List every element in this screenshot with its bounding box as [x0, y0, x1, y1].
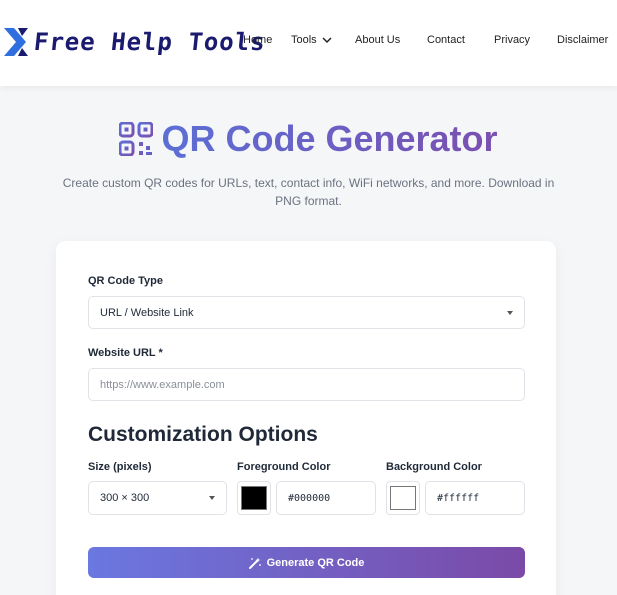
size-value: 300 × 300 [100, 492, 150, 504]
nav-tools[interactable]: Tools [291, 34, 332, 46]
dropdown-caret-icon [507, 310, 513, 315]
website-url-label: Website URL * [88, 347, 163, 359]
foreground-color-label: Foreground Color [237, 461, 331, 473]
page-title: QR Code Generator [0, 118, 617, 160]
website-url-placeholder: https://www.example.com [100, 378, 225, 391]
nav-disclaimer[interactable]: Disclaimer [557, 34, 608, 46]
nav-tools-label: Tools [291, 34, 317, 46]
logo-x-icon [4, 28, 28, 56]
brand-name: Free Help Tools [32, 28, 268, 56]
background-color-label: Background Color [386, 461, 482, 473]
background-swatch [390, 486, 416, 510]
site-logo[interactable]: Free Help Tools [4, 22, 268, 62]
background-color-picker[interactable] [386, 481, 420, 515]
dropdown-caret-icon [209, 496, 215, 500]
qr-type-select[interactable]: URL / Website Link [88, 296, 525, 329]
chevron-down-icon [322, 37, 332, 43]
generator-card: QR Code Type URL / Website Link Website … [56, 241, 556, 595]
background-color-value: #ffffff [437, 492, 480, 504]
qrcode-icon [119, 122, 154, 156]
qr-type-value: URL / Website Link [100, 306, 194, 319]
background-color-input[interactable]: #ffffff [425, 481, 525, 515]
website-url-input[interactable]: https://www.example.com [88, 368, 525, 401]
generate-qr-button[interactable]: Generate QR Code [88, 547, 525, 578]
generate-qr-label: Generate QR Code [266, 556, 365, 569]
nav-home[interactable]: Home [243, 34, 272, 46]
customization-heading: Customization Options [88, 423, 318, 446]
page-subtitle: Create custom QR codes for URLs, text, c… [62, 176, 555, 208]
foreground-swatch [241, 486, 267, 510]
nav-contact[interactable]: Contact [427, 34, 465, 46]
page-title-text: QR Code Generator [161, 118, 498, 159]
qr-type-label: QR Code Type [88, 275, 163, 287]
nav-about[interactable]: About Us [355, 34, 400, 46]
foreground-color-picker[interactable] [237, 481, 271, 515]
foreground-color-input[interactable]: #000000 [276, 481, 376, 515]
size-label: Size (pixels) [88, 461, 152, 473]
foreground-color-value: #000000 [288, 492, 331, 504]
site-header: Free Help Tools Home Tools About Us Cont… [0, 0, 617, 86]
magic-wand-icon [248, 557, 261, 569]
nav-privacy[interactable]: Privacy [494, 34, 530, 46]
size-select[interactable]: 300 × 300 [88, 481, 227, 515]
